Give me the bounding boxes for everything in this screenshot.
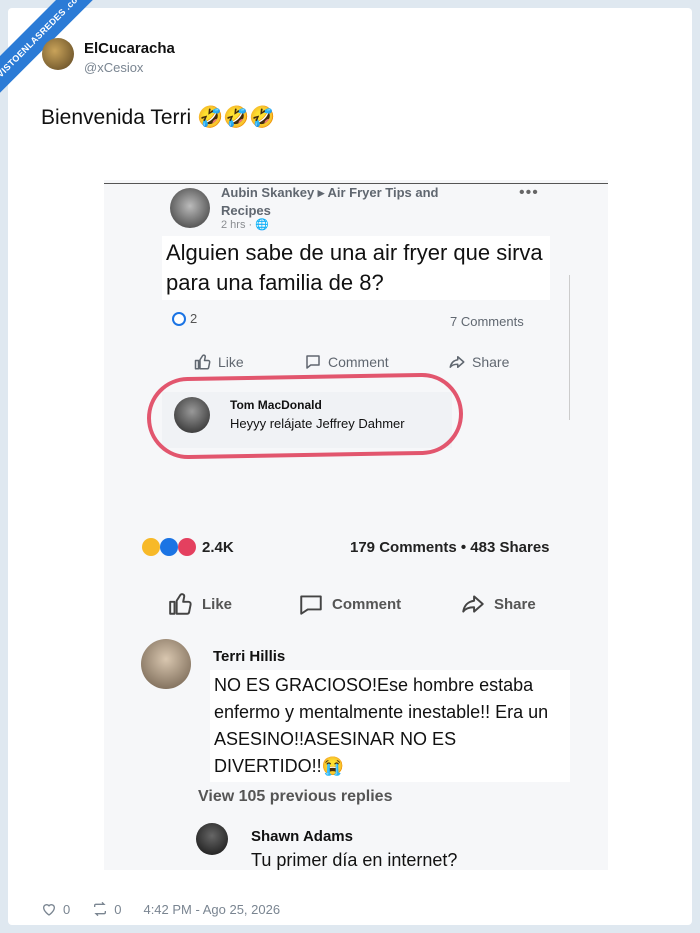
- reply-avatar: [141, 639, 191, 689]
- like-reaction-icon: [160, 538, 178, 556]
- comment-action: Comment: [298, 591, 401, 617]
- thumbs-up-icon: [168, 591, 194, 617]
- comment-label: Comment: [332, 595, 402, 613]
- share-label: Share: [472, 354, 510, 370]
- post-header: Aubin Skankey ▸ Air Fryer Tips and Recip…: [221, 185, 439, 218]
- like-label: Like: [218, 354, 244, 370]
- divider: [569, 275, 570, 420]
- reaction-icon: [172, 311, 186, 326]
- view-previous-replies: View 105 previous replies: [198, 788, 393, 805]
- retweet-count: 0: [114, 901, 122, 917]
- share-label: Share: [494, 595, 536, 613]
- comments-shares: 179 Comments • 483 Shares: [350, 539, 550, 556]
- tweet-text: Bienvenida Terri 🤣🤣🤣: [41, 106, 276, 129]
- share-icon: [460, 591, 486, 617]
- embedded-screenshot: Aubin Skankey ▸ Air Fryer Tips and Recip…: [104, 180, 608, 870]
- reaction-total: 2.4K: [202, 538, 234, 556]
- comments-count: 7 Comments: [450, 314, 524, 329]
- share-icon: [448, 353, 466, 371]
- reply-avatar: [196, 823, 228, 855]
- reaction-count: 2: [190, 311, 198, 326]
- retweet-icon[interactable]: [92, 901, 108, 917]
- author-handle[interactable]: @xCesiox: [84, 60, 143, 75]
- share-action: Share: [448, 353, 509, 371]
- comment-label: Comment: [328, 354, 389, 370]
- like-action: Like: [194, 353, 244, 371]
- reply-author-name: Shawn Adams: [251, 828, 353, 845]
- heart-icon[interactable]: [41, 901, 57, 917]
- post-reactions: 2: [172, 311, 197, 326]
- like-count: 0: [63, 901, 71, 917]
- reaction-summary: 2.4K: [142, 538, 234, 556]
- like-label: Like: [202, 595, 233, 613]
- share-action: Share: [460, 591, 536, 617]
- tweet-card: VISTOENLASREDES .com ElCucaracha @xCesio…: [0, 0, 692, 925]
- love-reaction-icon: [178, 538, 196, 556]
- author-name[interactable]: ElCucaracha: [84, 40, 175, 57]
- thumbs-up-icon: [194, 353, 212, 371]
- post-author-avatar: [170, 188, 210, 228]
- haha-reaction-icon: [142, 538, 160, 556]
- comment-action: Comment: [304, 353, 389, 371]
- reply-text: Tu primer día en internet?: [251, 850, 458, 870]
- reply-author-name: Terri Hillis: [213, 648, 286, 665]
- reply-text: NO ES GRACIOSO!Ese hombre estaba enfermo…: [210, 670, 570, 782]
- author-avatar[interactable]: [42, 38, 74, 70]
- comment-icon: [298, 591, 324, 617]
- tweet-footer: 0 0 4:42 PM - Ago 25, 2026: [41, 901, 280, 917]
- comment-icon: [304, 353, 322, 371]
- tweet-timestamp[interactable]: 4:42 PM - Ago 25, 2026: [143, 902, 280, 917]
- like-action: Like: [168, 591, 232, 617]
- post-text: Alguien sabe de una air fryer que sirva …: [162, 236, 550, 300]
- post-time: 2 hrs · 🌐: [221, 219, 269, 231]
- post-menu-icon: •••: [519, 184, 539, 201]
- red-circle-annotation: [146, 372, 464, 460]
